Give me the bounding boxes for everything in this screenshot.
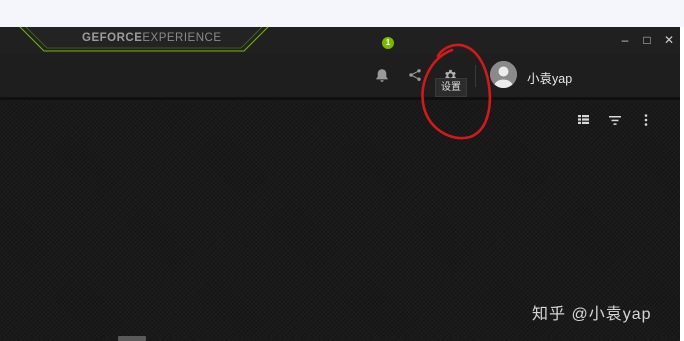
desktop-background-strip <box>0 0 684 27</box>
settings-tooltip: 设置 <box>435 78 467 97</box>
bell-icon <box>376 68 388 82</box>
scroll-thumb[interactable] <box>118 336 146 341</box>
share-icon <box>409 69 421 81</box>
title-bar[interactable]: GEFORCEEXPERIENCE – □ ✕ <box>0 27 680 53</box>
filter-icon <box>609 115 621 125</box>
toolbar-divider <box>475 65 476 87</box>
avatar-silhouette-icon <box>490 61 517 88</box>
close-button[interactable]: ✕ <box>658 31 680 49</box>
window-controls: – □ ✕ <box>614 31 680 49</box>
maximize-button[interactable]: □ <box>636 31 658 49</box>
more-vertical-icon <box>644 114 648 126</box>
app-logo: GEFORCEEXPERIENCE <box>82 32 222 44</box>
filter-button[interactable] <box>606 111 624 129</box>
brand-bold-text: GEFORCE <box>82 32 143 44</box>
view-toggle-button[interactable] <box>574 110 592 128</box>
zhihu-watermark: 知乎 @小袁yap <box>532 306 652 323</box>
notification-count-badge: 1 <box>382 37 394 49</box>
user-avatar[interactable] <box>490 61 517 88</box>
grid-view-icon <box>577 114 589 124</box>
brand-light-text: EXPERIENCE <box>142 32 222 44</box>
minimize-button[interactable]: – <box>614 31 636 49</box>
username-label[interactable]: 小袁yap <box>527 68 572 87</box>
more-options-button[interactable] <box>637 111 655 129</box>
share-button[interactable] <box>404 64 426 86</box>
screenshot-stage: GEFORCEEXPERIENCE – □ ✕ 小袁yap 1 设置 知乎 @小… <box>0 0 684 341</box>
top-toolbar: 小袁yap <box>0 53 680 100</box>
geforce-experience-window: GEFORCEEXPERIENCE – □ ✕ 小袁yap <box>0 27 680 341</box>
notifications-button[interactable] <box>371 64 393 86</box>
